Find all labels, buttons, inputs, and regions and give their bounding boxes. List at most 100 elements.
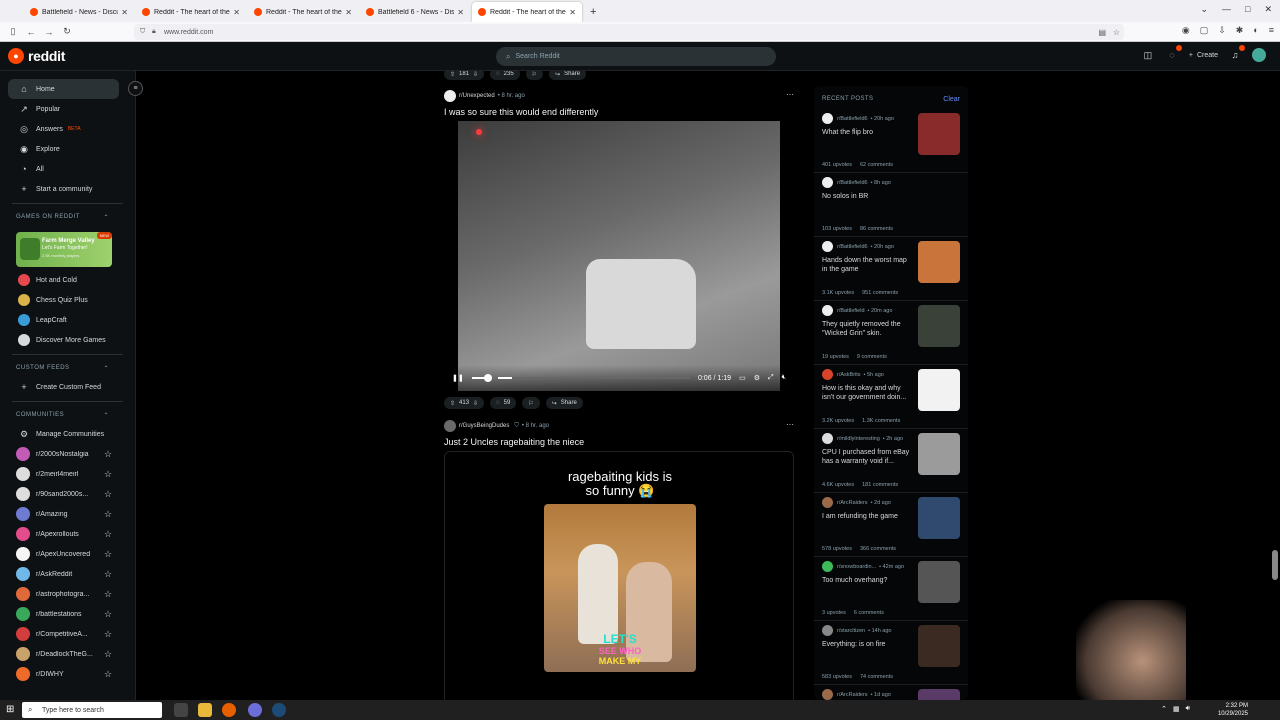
user-avatar[interactable] bbox=[1252, 48, 1266, 62]
community-item[interactable]: r/Apexrollouts ☆ bbox=[0, 524, 135, 544]
recent-post-subreddit[interactable]: r/Battlefield6 bbox=[837, 244, 868, 250]
recent-post-thumbnail[interactable] bbox=[918, 305, 960, 347]
taskbar-clock[interactable]: 2:32 PM 10/29/2025 bbox=[1218, 702, 1248, 718]
pocket-icon[interactable]: ▢ bbox=[1200, 25, 1209, 36]
address-bar[interactable]: ⛉ 🔒︎ www.reddit.com ▤ ☆ bbox=[134, 24, 1124, 40]
settings-icon[interactable]: ⚙ bbox=[754, 374, 760, 382]
post-overflow-menu-icon[interactable]: ⋯ bbox=[786, 90, 794, 99]
extension-icon[interactable]: ◉ bbox=[1182, 25, 1190, 36]
community-item[interactable]: r/Amazing ☆ bbox=[0, 504, 135, 524]
recent-post-subreddit[interactable]: r/snowboardin... bbox=[837, 564, 876, 570]
search-input[interactable]: ⌕ Search Reddit bbox=[496, 47, 776, 66]
notifications-bell-icon[interactable]: ♫ bbox=[1228, 45, 1245, 62]
fullscreen-icon[interactable]: ⤢ bbox=[768, 374, 774, 382]
post-card[interactable]: r/Unexpected • 8 hr. ago ⋯ I was so sure… bbox=[436, 89, 806, 415]
community-item[interactable]: r/DeadlockTheG... ☆ bbox=[0, 644, 135, 664]
upvote-icon[interactable]: ⇧ bbox=[450, 400, 455, 407]
recent-post-title[interactable]: Everything: is on fire bbox=[822, 640, 914, 649]
mute-icon[interactable]: 🔇︎ bbox=[782, 374, 786, 382]
communities-header[interactable]: COMMUNITIES ⌃ bbox=[0, 406, 135, 424]
reader-view-icon[interactable]: ▤ bbox=[1098, 28, 1106, 37]
advertise-icon[interactable]: ◫ bbox=[1141, 48, 1155, 62]
recent-post-title[interactable]: How is this okay and why isn't our gover… bbox=[822, 384, 914, 402]
upvote-icon[interactable]: ⇧ bbox=[450, 71, 455, 78]
recent-post[interactable]: r/ArcRaiders • 1d ago bbox=[814, 685, 968, 700]
reload-icon[interactable]: ↻ bbox=[58, 26, 76, 37]
manage-communities-button[interactable]: ⚙ Manage Communities bbox=[0, 424, 135, 444]
sidebar-item-start-a-community[interactable]: + Start a community bbox=[0, 179, 135, 199]
recent-post-thumbnail[interactable] bbox=[918, 369, 960, 411]
recent-post-thumbnail[interactable] bbox=[918, 497, 960, 539]
comments-button[interactable]: ◌ 59 bbox=[490, 397, 517, 409]
close-tab-icon[interactable]: ✕ bbox=[457, 8, 464, 17]
captions-icon[interactable]: ▭ bbox=[739, 374, 746, 382]
back-icon[interactable]: ← bbox=[22, 27, 40, 37]
create-post-button[interactable]: + Create bbox=[1189, 52, 1218, 59]
subreddit-link[interactable]: r/Unexpected bbox=[459, 93, 495, 99]
obs-icon[interactable] bbox=[248, 703, 262, 717]
favorite-star-icon[interactable]: ☆ bbox=[104, 609, 112, 620]
recent-post[interactable]: r/Battlefield6 • 20h ago What the flip bro… bbox=[814, 109, 968, 173]
favorite-star-icon[interactable]: ☆ bbox=[104, 469, 112, 480]
favorite-star-icon[interactable]: ☆ bbox=[104, 669, 112, 680]
clear-recent-button[interactable]: Clear bbox=[943, 96, 960, 103]
favorite-star-icon[interactable]: ☆ bbox=[104, 449, 112, 460]
game-item[interactable]: Discover More Games bbox=[0, 330, 135, 350]
pause-icon[interactable]: ❚❚ bbox=[452, 374, 464, 382]
game-item[interactable]: Chess Quiz Plus bbox=[0, 290, 135, 310]
sidebar-item-explore[interactable]: ◉ Explore bbox=[0, 139, 135, 159]
minimize-icon[interactable]: — bbox=[1222, 4, 1231, 15]
recent-post-thumbnail[interactable] bbox=[918, 433, 960, 475]
post-title[interactable]: I was so sure this would end differently bbox=[444, 107, 598, 117]
close-tab-icon[interactable]: ✕ bbox=[345, 8, 352, 17]
favorite-star-icon[interactable]: ☆ bbox=[104, 569, 112, 580]
recent-post-title[interactable]: CPU I purchased from eBay has a warranty… bbox=[822, 448, 914, 466]
steam-icon[interactable] bbox=[272, 703, 286, 717]
recent-post-subreddit[interactable]: r/Battlefield6 bbox=[837, 180, 868, 186]
sidebar-item-popular[interactable]: ↗ Popular bbox=[0, 99, 135, 119]
favorite-star-icon[interactable]: ☆ bbox=[104, 509, 112, 520]
recent-post-title[interactable]: They quietly removed the "Wicked Grin" s… bbox=[822, 320, 914, 338]
browser-tab[interactable]: Battlefield - News - Discussion✕ bbox=[24, 2, 134, 22]
tray-chevron-icon[interactable]: ⌃ bbox=[1161, 705, 1167, 713]
firefox-icon[interactable] bbox=[222, 703, 236, 717]
create-custom-feed-button[interactable]: + Create Custom Feed bbox=[0, 377, 135, 397]
favorite-star-icon[interactable]: ☆ bbox=[104, 549, 112, 560]
community-item[interactable]: r/90sand2000s... ☆ bbox=[0, 484, 135, 504]
recent-post[interactable]: r/Battlefield6 • 20h ago Hands down the wo… bbox=[814, 237, 968, 301]
recent-post[interactable]: r/mildlyinteresting • 2h ago CPU I purchas… bbox=[814, 429, 968, 493]
favorite-star-icon[interactable]: ☆ bbox=[104, 629, 112, 640]
recent-post-thumbnail[interactable] bbox=[918, 113, 960, 155]
sidebar-toggle-icon[interactable]: ▯ bbox=[4, 26, 22, 37]
recent-post[interactable]: r/starcitizen • 14h ago Everything: is on … bbox=[814, 621, 968, 685]
close-tab-icon[interactable]: ✕ bbox=[569, 8, 576, 17]
recent-post-subreddit[interactable]: r/Battlefield6 bbox=[837, 116, 868, 122]
recent-post[interactable]: r/ArcRaiders • 2d ago I am refunding the g… bbox=[814, 493, 968, 557]
recent-post-subreddit[interactable]: r/AskBrits bbox=[837, 372, 861, 378]
browser-tab[interactable]: Reddit - The heart of the intern✕ bbox=[472, 2, 582, 22]
favorite-star-icon[interactable]: ☆ bbox=[104, 489, 112, 500]
recent-post-subreddit[interactable]: r/mildlyinteresting bbox=[837, 436, 880, 442]
community-item[interactable]: r/2meirl4meirl ☆ bbox=[0, 464, 135, 484]
recent-post-thumbnail[interactable] bbox=[918, 625, 960, 667]
recent-post-title[interactable]: I am refunding the game bbox=[822, 512, 914, 521]
browser-tab[interactable]: Reddit - The heart of the intern✕ bbox=[248, 2, 358, 22]
chat-icon[interactable]: ◌ bbox=[1165, 45, 1182, 62]
close-window-icon[interactable]: ✕ bbox=[1264, 4, 1272, 15]
recent-post[interactable]: r/snowboardin... • 42m ago Too much overha… bbox=[814, 557, 968, 621]
community-item[interactable]: r/AskReddit ☆ bbox=[0, 564, 135, 584]
share-button[interactable]: ↪ Share bbox=[545, 397, 583, 409]
favorite-star-icon[interactable]: ☆ bbox=[104, 589, 112, 600]
community-item[interactable]: r/DIWHY ☆ bbox=[0, 664, 135, 684]
menu-icon[interactable]: ≡ bbox=[1269, 25, 1274, 36]
downvote-icon[interactable]: ⇩ bbox=[473, 400, 478, 407]
sidebar-item-answers[interactable]: ◎ Answers BETA bbox=[0, 119, 135, 139]
game-banner[interactable]: NEW Farm Merge Valley Let's Farm Togethe… bbox=[16, 232, 112, 267]
network-icon[interactable]: ▦ bbox=[1173, 705, 1180, 713]
award-button[interactable]: ⚐ bbox=[525, 71, 544, 80]
recent-post-thumbnail[interactable] bbox=[918, 689, 960, 700]
game-item[interactable]: LeapCraft bbox=[0, 310, 135, 330]
reddit-logo[interactable]: ● reddit bbox=[8, 48, 65, 64]
favorite-star-icon[interactable]: ☆ bbox=[104, 649, 112, 660]
bookmark-star-icon[interactable]: ☆ bbox=[1113, 28, 1120, 37]
